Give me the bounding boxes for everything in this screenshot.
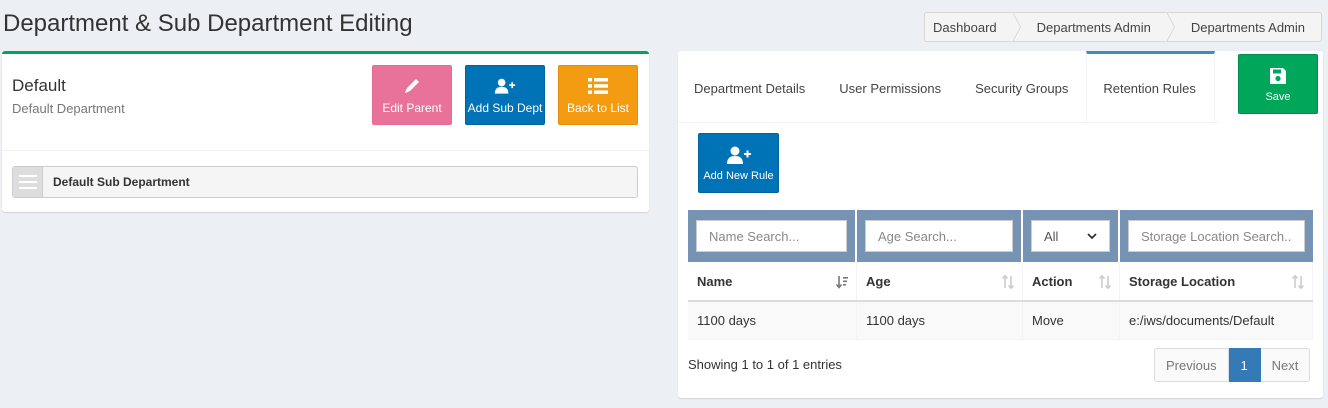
breadcrumb: Dashboard Departments Admin Departments … xyxy=(924,12,1322,42)
tab-user-permissions[interactable]: User Permissions xyxy=(823,51,959,123)
table-row[interactable]: 1100 days 1100 days Move e:/iws/document… xyxy=(688,302,1313,340)
sub-department-label: Default Sub Department xyxy=(53,175,190,189)
table-cell: Move xyxy=(1023,302,1120,339)
table-header: Name Age Action Storage Location xyxy=(688,262,1313,302)
add-new-rule-label: Add New Rule xyxy=(703,169,774,182)
add-sub-dept-label: Add Sub Dept xyxy=(467,100,543,115)
breadcrumb-departments-admin[interactable]: Departments Admin xyxy=(1013,12,1175,42)
column-header-age[interactable]: Age xyxy=(857,262,1023,300)
sort-both-icon xyxy=(1292,275,1304,289)
breadcrumb-label: Departments Admin xyxy=(1036,19,1151,35)
filter-cell-storage xyxy=(1120,210,1313,262)
add-sub-dept-button[interactable]: Add Sub Dept xyxy=(465,65,545,125)
action-select[interactable]: All xyxy=(1031,220,1110,252)
department-name: Default xyxy=(12,76,66,95)
filter-cell-age xyxy=(857,210,1023,262)
pagination: Previous 1 Next xyxy=(1154,348,1311,382)
department-description: Default Department xyxy=(12,101,125,116)
user-plus-icon xyxy=(494,78,516,94)
table-cell: e:/iws/documents/Default xyxy=(1120,302,1313,339)
filter-cell-name xyxy=(688,210,857,262)
sort-both-icon xyxy=(1099,275,1111,289)
filter-cell-action: All xyxy=(1023,210,1120,262)
add-new-rule-button[interactable]: Add New Rule xyxy=(698,133,779,193)
back-to-list-button[interactable]: Back to List xyxy=(558,65,638,125)
column-header-label: Age xyxy=(866,273,891,289)
tab-retention-rules[interactable]: Retention Rules xyxy=(1086,51,1215,123)
column-header-label: Storage Location xyxy=(1129,273,1236,289)
drag-handle-icon[interactable] xyxy=(13,167,43,197)
save-label: Save xyxy=(1265,90,1291,103)
tab-security-groups[interactable]: Security Groups xyxy=(959,51,1086,123)
next-page-button[interactable]: Next xyxy=(1260,348,1311,382)
age-search-input[interactable] xyxy=(865,220,1013,252)
table-cell: 1100 days xyxy=(857,302,1023,339)
column-header-storage-location[interactable]: Storage Location xyxy=(1120,262,1313,300)
retention-panel: Department Details User Permissions Secu… xyxy=(678,51,1323,398)
floppy-disk-icon xyxy=(1270,67,1286,84)
pencil-icon xyxy=(405,78,419,93)
page-1-button[interactable]: 1 xyxy=(1228,348,1261,382)
breadcrumb-label: Departments Admin xyxy=(1190,19,1305,35)
breadcrumb-departments-admin-current[interactable]: Departments Admin xyxy=(1167,13,1321,41)
sort-ascending-icon xyxy=(836,276,848,289)
divider xyxy=(2,150,649,151)
chevron-down-icon xyxy=(1087,232,1097,239)
sub-department-item[interactable]: Default Sub Department xyxy=(12,166,638,198)
filter-row: All xyxy=(688,210,1313,262)
edit-parent-label: Edit Parent xyxy=(382,100,442,115)
retention-rules-table: Name Age Action Storage Location 1100 da… xyxy=(688,262,1313,340)
column-header-name[interactable]: Name xyxy=(688,262,857,300)
previous-page-button[interactable]: Previous xyxy=(1154,348,1229,382)
save-button[interactable]: Save xyxy=(1238,54,1318,114)
breadcrumb-dashboard[interactable]: Dashboard xyxy=(925,12,1021,42)
edit-parent-button[interactable]: Edit Parent xyxy=(372,65,452,125)
column-header-action[interactable]: Action xyxy=(1023,262,1120,300)
tab-department-details[interactable]: Department Details xyxy=(678,51,823,123)
table-info: Showing 1 to 1 of 1 entries xyxy=(688,357,842,372)
page-title: Department & Sub Department Editing xyxy=(3,10,413,37)
column-header-label: Action xyxy=(1032,273,1073,289)
tab-bar: Department Details User Permissions Secu… xyxy=(678,51,1218,123)
department-box: Default Default Department Edit Parent A… xyxy=(2,51,649,212)
sort-both-icon xyxy=(1002,275,1014,289)
user-plus-icon xyxy=(726,146,751,164)
breadcrumb-label: Dashboard xyxy=(933,19,997,35)
action-select-value: All xyxy=(1044,228,1059,244)
back-to-list-label: Back to List xyxy=(566,100,630,115)
storage-location-search-input[interactable] xyxy=(1128,220,1305,252)
name-search-input[interactable] xyxy=(696,220,847,252)
table-cell: 1100 days xyxy=(688,302,857,339)
column-header-label: Name xyxy=(697,273,733,289)
list-icon xyxy=(588,77,608,94)
